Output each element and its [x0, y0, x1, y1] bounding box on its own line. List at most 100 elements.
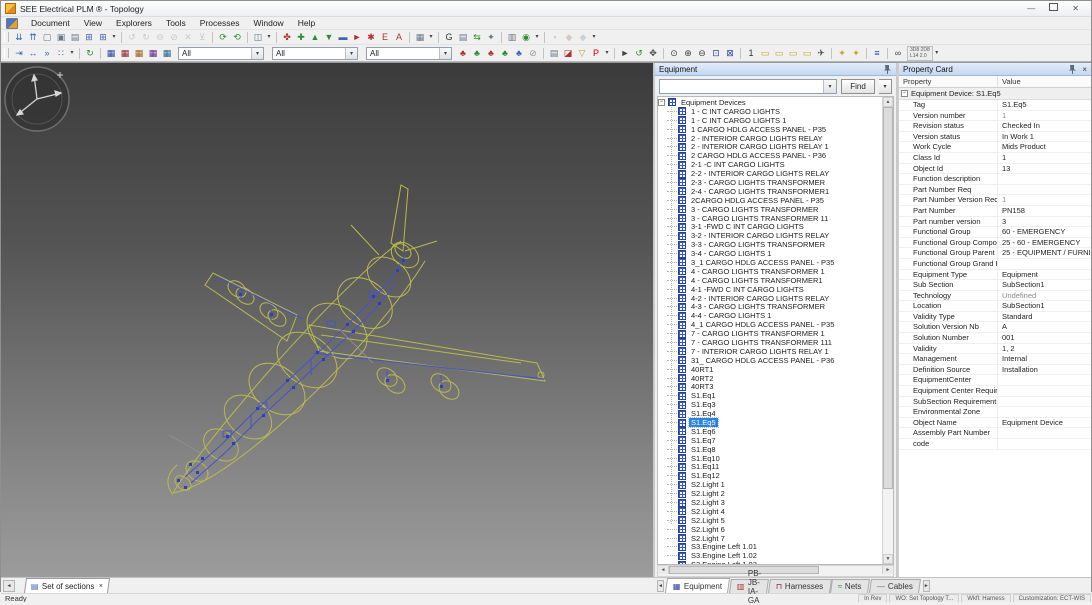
view-navigation-gizmo[interactable] [1, 63, 73, 133]
tree-item[interactable]: S2.Light 4 [658, 507, 882, 516]
find-button[interactable]: Find [841, 79, 875, 94]
close-tab-icon[interactable]: × [99, 583, 103, 590]
matrix-orange-icon[interactable]: ▦ [133, 47, 146, 59]
merge-icon[interactable]: ⊻ [196, 31, 209, 43]
tree-item[interactable]: 3-3 - CARGO LIGHTS TRANSFORMER [658, 240, 882, 249]
tab-nets[interactable]: ≈Nets [830, 579, 870, 593]
display-mode-button[interactable]: 3D8 2D8 L14 2.0 [907, 46, 933, 61]
scroll-right-icon[interactable]: ► [882, 566, 893, 574]
remove-icon[interactable]: ⊖ [154, 31, 167, 43]
property-row[interactable]: LocationSubSection1 [899, 301, 1091, 312]
tree-item[interactable]: 1 CARGO HDLG ACCESS PANEL - P35 [658, 125, 882, 134]
list-box-icon[interactable]: ≡ [871, 47, 884, 59]
zoom-fit-icon[interactable]: ⊠ [724, 47, 737, 59]
tree-item[interactable]: 40RT3 [658, 383, 882, 392]
menu-view[interactable]: View [77, 17, 109, 29]
view-mode-icon[interactable]: ◫ [252, 31, 265, 43]
property-row[interactable]: Validity1, 2 [899, 344, 1091, 355]
flag-icon[interactable]: ◆ [577, 31, 590, 43]
scrollbar-thumb[interactable] [883, 107, 893, 489]
refresh-icon[interactable]: ⟳ [217, 31, 230, 43]
zoom-window-icon[interactable]: ⊡ [710, 47, 723, 59]
tree-item[interactable]: S2.Light 1 [658, 480, 882, 489]
property-row[interactable]: Part Number Version Req1 [899, 195, 1091, 206]
report-doc-icon[interactable]: ▤ [548, 47, 561, 59]
tree-item[interactable]: 3_1 CARGO HDLG ACCESS PANEL - P35 [658, 258, 882, 267]
matrix-purple-icon[interactable]: ▦ [147, 47, 160, 59]
box-open2-icon[interactable]: ▭ [773, 47, 786, 59]
tree-item[interactable]: 31_ CARGO HDLG ACCESS PANEL - P36 [658, 356, 882, 365]
locate-icon[interactable]: ◪ [562, 47, 575, 59]
property-row[interactable]: TechnologyUndefined [899, 291, 1091, 302]
tree-item[interactable]: 4-2 - INTERIOR CARGO LIGHTS RELAY [658, 294, 882, 303]
tree-item[interactable]: 2CARGO HDLG ACCESS PANEL - P35 [658, 196, 882, 205]
tree-item[interactable]: S3.Engine Left 1.03 [658, 560, 882, 564]
property-group-header[interactable]: − Equipment Device: S1.Eq5 [899, 88, 1091, 100]
tree-item[interactable]: 7 - INTERIOR CARGO LIGHTS RELAY 1 [658, 347, 882, 356]
grid-add-icon[interactable]: ⊞ [83, 31, 96, 43]
tree-item[interactable]: S1.Eq12 [658, 471, 882, 480]
tree-item[interactable]: S1.Eq1 [658, 391, 882, 400]
tree-item[interactable]: 1 - C INT CARGO LIGHTS [658, 107, 882, 116]
property-row[interactable]: Functional Group Grand Par... [899, 259, 1091, 270]
tree-item[interactable]: S2.Light 5 [658, 516, 882, 525]
sheet-dropdown-icon[interactable]: ▾ [111, 31, 118, 43]
3d-viewport[interactable] [1, 63, 655, 577]
tree-item[interactable]: 2 CARGO HDLG ACCESS PANEL - P36 [658, 151, 882, 160]
toolbar-grip-2[interactable] [4, 48, 9, 58]
close-panel-icon[interactable]: × [1082, 65, 1087, 74]
one-marker-icon[interactable]: 1 [745, 47, 758, 59]
matrix-blue-icon[interactable]: ▦ [105, 47, 118, 59]
undo-icon[interactable]: ↺ [126, 31, 139, 43]
label-e-icon[interactable]: E [379, 31, 392, 43]
play-icon[interactable]: » [41, 47, 54, 59]
route-star-icon[interactable]: ✤ [281, 31, 294, 43]
property-row[interactable]: Version number1 [899, 111, 1091, 122]
display-mode-dropdown-icon[interactable]: ▾ [933, 47, 940, 59]
find-dropdown-icon[interactable]: ▾ [879, 79, 892, 94]
select-cursor-icon[interactable]: ► [619, 47, 632, 59]
chevron-down-icon[interactable]: ▾ [251, 48, 263, 59]
publish-dropdown-icon[interactable]: ▾ [534, 31, 541, 43]
p-marker-icon[interactable]: P [590, 47, 603, 59]
pin-icon[interactable] [883, 64, 892, 74]
chevron-down-icon[interactable]: ▾ [345, 48, 357, 59]
tab-equipment[interactable]: ▦Equipment [665, 578, 730, 593]
pin-icon[interactable] [1068, 64, 1077, 74]
image-frame-icon[interactable]: ▦ [414, 31, 427, 43]
device-up-icon[interactable]: ▲ [309, 31, 322, 43]
menu-explorers[interactable]: Explorers [109, 17, 159, 29]
tab-set-of-sections[interactable]: ▤ Set of sections × [24, 578, 110, 593]
tree-item[interactable]: 4-3 - CARGO LIGHTS TRANSFORMER [658, 302, 882, 311]
tree-item[interactable]: 40RT2 [658, 374, 882, 383]
property-row[interactable]: Revision statusChecked In [899, 121, 1091, 132]
tree-item[interactable]: 2-3 - CARGO LIGHTS TRANSFORMER [658, 178, 882, 187]
property-row[interactable]: Part NumberPN158 [899, 206, 1091, 217]
tree-item[interactable]: S1.Eq3 [658, 400, 882, 409]
property-row[interactable]: Assembly Part Number [899, 428, 1091, 439]
tree-item[interactable]: S2.Light 6 [658, 525, 882, 534]
filter-combo-1[interactable]: All ▾ [178, 47, 264, 60]
property-row[interactable]: Part Number Req [899, 185, 1091, 196]
property-row[interactable]: Version statusIn Work 1 [899, 132, 1091, 143]
grid-add-alt-icon[interactable]: ⊞ [97, 31, 110, 43]
scroll-down-icon[interactable]: ▼ [883, 554, 893, 564]
search-binoculars-icon[interactable]: ∞ [892, 47, 905, 59]
property-row[interactable]: SubSection Requirement [899, 397, 1091, 408]
tree-item[interactable]: 2-2 - INTERIOR CARGO LIGHTS RELAY [658, 169, 882, 178]
cut-icon[interactable]: ✕ [182, 31, 195, 43]
explorer-tabs-scroll-right-icon[interactable]: ► [923, 580, 930, 592]
import-model-icon[interactable]: ⇊ [13, 31, 26, 43]
tree-item[interactable]: S1.Eq10 [658, 454, 882, 463]
menu-window[interactable]: Window [246, 17, 290, 29]
tree-item[interactable]: 3-4 - CARGO LIGHTS 1 [658, 249, 882, 258]
device-down-icon[interactable]: ▼ [323, 31, 336, 43]
key-yellow2-icon[interactable]: ✦ [850, 47, 863, 59]
property-row[interactable]: code [899, 439, 1091, 450]
property-row[interactable]: Sub SectionSubSection1 [899, 280, 1091, 291]
scrollbar-thumb-horizontal[interactable] [669, 566, 819, 574]
property-row[interactable]: Validity TypeStandard [899, 312, 1091, 323]
matrix-teal-icon[interactable]: ▦ [161, 47, 174, 59]
tree-item[interactable]: 2-4 - CARGO LIGHTS TRANSFORMER1 [658, 187, 882, 196]
tree-item[interactable]: 3-2 - INTERIOR CARGO LIGHTS RELAY [658, 231, 882, 240]
